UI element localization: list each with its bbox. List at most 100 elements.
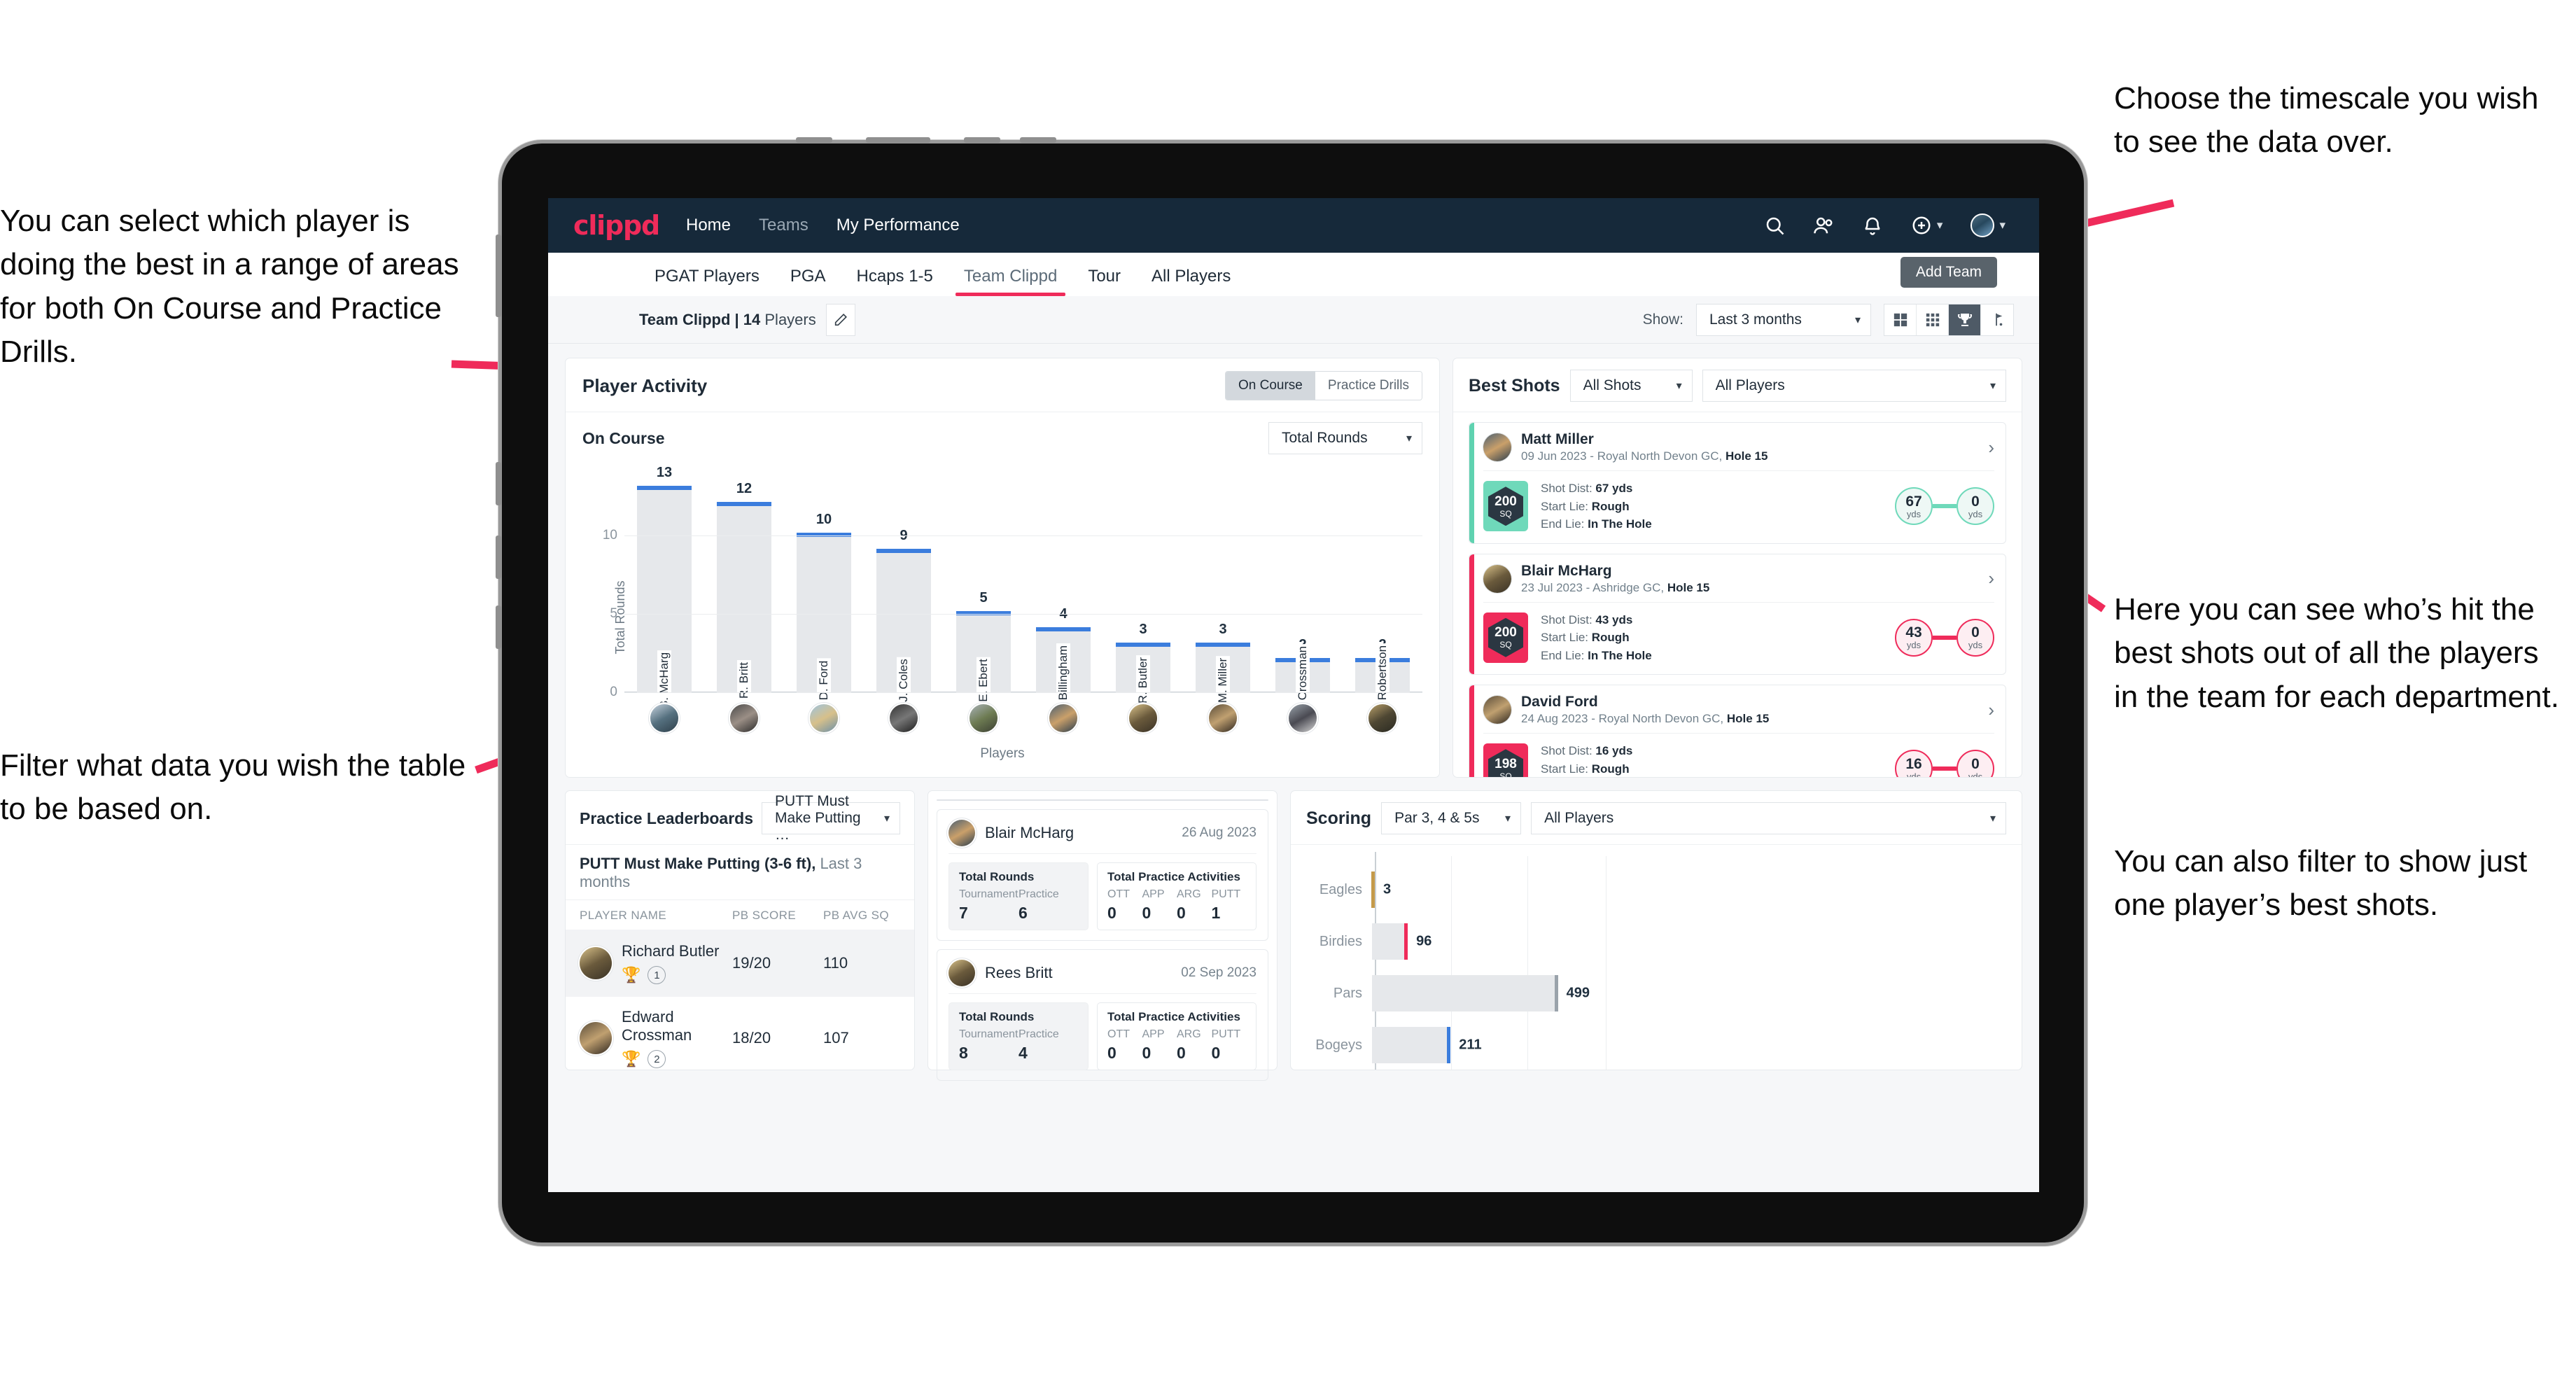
best-shot-card[interactable]: Matt Miller 09 Jun 2023 - Royal North Dev…: [1469, 422, 2006, 544]
leaderboard-rank-group: 🏆 1: [622, 966, 719, 984]
metric-select[interactable]: Total Rounds ▾: [1268, 422, 1422, 454]
drill-select[interactable]: PUTT Must Make Putting … ▾: [762, 793, 900, 843]
view-flag-button[interactable]: [1981, 304, 2013, 335]
avatar[interactable]: [729, 703, 760, 734]
chart-bar-group[interactable]: 13 B. McHarg: [624, 465, 704, 711]
chart-avatar-cell[interactable]: [1023, 703, 1103, 734]
plus-circle-icon[interactable]: [1911, 215, 1932, 236]
people-icon[interactable]: [1813, 215, 1834, 236]
chart-bar-value: 10: [816, 512, 832, 528]
tab-tour[interactable]: Tour: [1072, 267, 1136, 296]
chart-bar-group[interactable]: 2C. Robertson: [1343, 474, 1422, 718]
scoring-bar-row[interactable]: Eagles 3: [1291, 869, 1994, 911]
search-icon[interactable]: [1764, 215, 1785, 236]
avatar[interactable]: [1128, 703, 1158, 734]
leaderboard-pb-avg-sq: 110: [823, 954, 848, 972]
chevron-down-icon: ▾: [1854, 314, 1861, 326]
view-grid-large-button[interactable]: [1884, 304, 1917, 335]
avatar: [1483, 696, 1511, 724]
toggle-on-course[interactable]: On Course: [1226, 372, 1315, 400]
activity-player-card[interactable]: Rees Britt 02 Sep 2023 Total Rounds Tournam…: [937, 949, 1268, 1081]
chart-bar-group[interactable]: 10 D. Ford: [784, 474, 864, 703]
best-shots-shot-filter[interactable]: All Shots ▾: [1569, 370, 1693, 402]
timescale-select[interactable]: Last 3 months ▾: [1696, 303, 1871, 336]
tab-all-players[interactable]: All Players: [1136, 267, 1246, 296]
chart-bar: E. Ebert: [956, 611, 1011, 704]
rounds-metric: Practice 4: [1018, 1028, 1059, 1062]
edit-team-button[interactable]: [825, 303, 855, 336]
view-trophy-button[interactable]: [1949, 304, 1981, 335]
avatar[interactable]: [888, 703, 919, 734]
tab-team-clippd[interactable]: Team Clippd: [948, 267, 1072, 296]
avatar[interactable]: [1048, 703, 1079, 734]
nav-link-teams[interactable]: Teams: [759, 216, 808, 235]
chart-avatar-cell[interactable]: [704, 703, 784, 734]
practice-metric: OTT 0: [1107, 1028, 1130, 1062]
avatar[interactable]: [968, 703, 999, 734]
best-shots-player-filter[interactable]: All Players ▾: [1702, 370, 2006, 402]
section-tabs: PGAT Players PGA Hcaps 1-5 Team Clippd T…: [548, 253, 2039, 296]
chart-avatar-cell[interactable]: [624, 703, 704, 734]
leaderboard-subtitle: PUTT Must Make Putting (3-6 ft), Last 3 …: [566, 845, 914, 900]
best-shots-list: Matt Miller 09 Jun 2023 - Royal North Dev…: [1453, 412, 2022, 777]
rank-badge: 2: [648, 1050, 666, 1068]
scoring-bar-row[interactable]: Birdies 96: [1291, 920, 1994, 962]
scoring-bar-row[interactable]: Pars 499: [1291, 972, 1994, 1014]
chevron-right-icon[interactable]: ›: [1988, 699, 1994, 721]
best-shot-distance-line: Shot Dist: 67 yds: [1541, 482, 1633, 495]
avatar[interactable]: [649, 703, 680, 734]
avatar[interactable]: [1287, 703, 1318, 734]
view-grid-small-button[interactable]: [1917, 304, 1949, 335]
chart-bar-group[interactable]: 4D. Billingham: [1023, 474, 1103, 718]
activity-card-header: Rees Britt 02 Sep 2023: [948, 960, 1256, 994]
avatar[interactable]: [1367, 703, 1398, 734]
chart-bar: D. Ford: [797, 533, 851, 703]
best-shot-connector: [1933, 635, 1956, 640]
chevron-right-icon[interactable]: ›: [1988, 568, 1994, 589]
chart-avatar-cell[interactable]: [784, 703, 864, 734]
table-row[interactable]: Edward Crossman 🏆 2 18/20 107: [566, 997, 914, 1079]
bell-icon[interactable]: [1862, 215, 1883, 236]
scoring-player-filter-value: All Players: [1544, 810, 1614, 826]
chevron-right-icon[interactable]: ›: [1988, 437, 1994, 458]
scoring-par-filter[interactable]: Par 3, 4 & 5s ▾: [1381, 802, 1522, 834]
activity-player-card[interactable]: Blair McHarg 26 Aug 2023 Total Rounds Tourn…: [937, 809, 1268, 941]
tab-hcaps-1-5[interactable]: Hcaps 1-5: [841, 267, 948, 296]
chart-bar-group[interactable]: 2E. Crossman: [1263, 474, 1343, 718]
scoring-player-filter[interactable]: All Players ▾: [1531, 802, 2006, 834]
nav-link-my-performance[interactable]: My Performance: [836, 216, 960, 235]
chart-bar-group[interactable]: 5 E. Ebert: [944, 474, 1023, 704]
avatar[interactable]: [1970, 214, 1995, 237]
add-menu[interactable]: ▾: [1911, 215, 1942, 236]
device-button: [496, 234, 501, 317]
chart-avatar-cell[interactable]: [864, 703, 944, 734]
best-shot-card[interactable]: David Ford 24 Aug 2023 - Royal North Devo…: [1469, 685, 2006, 777]
clippd-logo[interactable]: clippd: [573, 210, 660, 241]
scoring-bar-row[interactable]: Bogeys 211: [1291, 1024, 1994, 1066]
best-shot-badge-number: 200: [1494, 493, 1517, 509]
chart-avatar-cell[interactable]: [1183, 703, 1263, 734]
table-row[interactable]: Richard Butler 🏆 1 19/20 110: [566, 930, 914, 997]
tab-pga[interactable]: PGA: [775, 267, 841, 296]
rank-badge: 1: [648, 966, 666, 984]
avatar[interactable]: [808, 703, 839, 734]
chart-bar-group[interactable]: 3 R. Butler: [1103, 474, 1183, 706]
best-shot-body: 200 SQ Shot Dist: 67 yds Start Lie: Rough En…: [1483, 471, 1994, 533]
chart-bar-group[interactable]: 3 M. Miller: [1183, 474, 1263, 706]
avatar[interactable]: [1208, 703, 1238, 734]
chart-bar-group[interactable]: 12 R. Britt: [704, 474, 784, 701]
activity-player-name: Rees Britt: [985, 964, 1053, 981]
trophy-icon: [1957, 313, 1972, 326]
nav-link-home[interactable]: Home: [686, 216, 731, 235]
chart-avatar-cell[interactable]: [1343, 703, 1422, 734]
chart-avatar-cell[interactable]: [944, 703, 1023, 734]
chart-avatar-cell[interactable]: [1103, 703, 1183, 734]
best-shots-title: Best Shots: [1469, 375, 1560, 396]
scoring-category-label: Birdies: [1319, 933, 1362, 949]
tab-pgat-players[interactable]: PGAT Players: [639, 267, 775, 296]
chart-avatar-cell[interactable]: [1263, 703, 1343, 734]
best-shot-card[interactable]: Blair McHarg 23 Jul 2023 - Ashridge GC, H…: [1469, 553, 2006, 675]
account-menu[interactable]: ▾: [1970, 214, 2005, 237]
chart-bar-group[interactable]: 9J. Coles: [864, 474, 944, 704]
toggle-practice-drills[interactable]: Practice Drills: [1315, 372, 1422, 400]
